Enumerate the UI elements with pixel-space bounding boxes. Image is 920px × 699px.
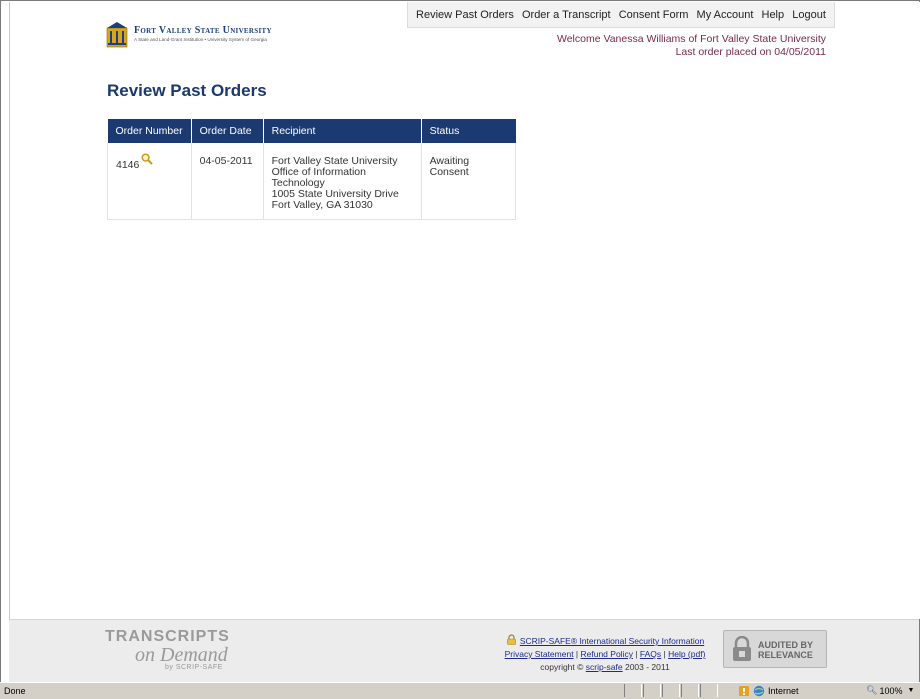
status-panel (700, 684, 718, 697)
help-pdf-link[interactable]: Help (pdf) (668, 649, 705, 659)
globe-icon (753, 685, 765, 697)
copyright-prefix: copyright © (540, 662, 586, 672)
column-header-order-date: Order Date (191, 119, 264, 143)
security-line: SCRIP-SAFE® International Security Infor… (489, 634, 721, 648)
audit-line: AUDITED BY (758, 640, 814, 650)
refund-policy-link[interactable]: Refund Policy (581, 649, 633, 659)
brand-line-3: by SCRIP-SAFE (165, 664, 223, 671)
security-zone[interactable]: Internet (738, 685, 799, 697)
nav-help[interactable]: Help (762, 9, 785, 21)
zoom-control[interactable]: 🔍︎ 100% ▼ (866, 685, 914, 696)
chevron-down-icon: ▼ (907, 687, 915, 694)
page-title: Review Past Orders (107, 81, 267, 100)
recipient-line: Office of Information Technology (271, 166, 366, 189)
column-header-status: Status (421, 119, 516, 143)
faqs-link[interactable]: FAQs (640, 649, 661, 659)
status-text: Done (4, 686, 26, 696)
status-panel (643, 684, 661, 697)
top-navigation: Review Past Orders Order a Transcript Co… (407, 2, 835, 28)
university-seal-icon (106, 22, 128, 48)
welcome-message: Welcome Vanessa Williams of Fort Valley … (557, 33, 826, 58)
recipient-line: Fort Valley, GA 31030 (271, 199, 373, 211)
zoom-level: 100% (879, 685, 903, 696)
scrip-safe-link[interactable]: scrip-safe (586, 662, 623, 672)
browser-window: Fort Valley State University A State and… (0, 0, 920, 684)
welcome-line: Welcome Vanessa Williams of Fort Valley … (556, 33, 826, 45)
order-number-cell: 4146 (107, 143, 192, 220)
copyright-line: copyright © scrip-safe 2003 - 2011 (489, 661, 721, 674)
nav-consent-form[interactable]: Consent Form (619, 9, 689, 21)
nav-review-past-orders[interactable]: Review Past Orders (416, 9, 514, 21)
padlock-icon (733, 636, 751, 661)
status-panel (624, 684, 642, 697)
university-name: Fort Valley State University (134, 25, 272, 36)
privacy-statement-link[interactable]: Privacy Statement (505, 649, 574, 659)
copyright-years: 2003 - 2011 (622, 662, 670, 672)
zoom-icon: 🔍︎ (866, 685, 878, 695)
university-logo[interactable]: Fort Valley State University A State and… (106, 22, 281, 56)
page-content: Fort Valley State University A State and… (9, 2, 920, 619)
page-footer: TRANSCRIPTS on Demand by SCRIP-SAFE SCRI… (9, 619, 919, 684)
status-panel (681, 684, 699, 697)
last-order-line: Last order placed on 04/05/2011 (675, 45, 826, 58)
policy-line: Privacy Statement | Refund Policy | FAQs… (504, 649, 706, 659)
lock-icon (507, 634, 516, 645)
table-row: 4146 04-05-2011 Fort Valley State Univer… (107, 143, 517, 220)
audit-text: AUDITED BY RELEVANCE (758, 640, 813, 660)
university-tagline: A State and Land-Grant Institution • Uni… (134, 37, 267, 42)
table-header-row: Order Number Order Date Recipient Status (107, 119, 516, 143)
column-header-recipient: Recipient (263, 119, 422, 143)
warning-shield-icon (739, 686, 749, 696)
browser-status-bar: Done Internet 🔍︎ 100% ▼ (0, 682, 920, 699)
nav-order-transcript[interactable]: Order a Transcript (522, 9, 611, 21)
audited-by-relevance-badge[interactable]: AUDITED BY RELEVANCE (723, 630, 827, 668)
status-cell: Awaiting Consent (420, 143, 517, 220)
transcripts-on-demand-logo: TRANSCRIPTS on Demand by SCRIP-SAFE (105, 626, 265, 676)
column-header-order-number: Order Number (107, 119, 192, 143)
status-panel (662, 684, 680, 697)
order-date-cell: 04-05-2011 (190, 143, 264, 220)
footer-links: SCRIP-SAFE® International Security Infor… (489, 634, 721, 674)
security-info-link[interactable]: SCRIP-SAFE® International Security Infor… (520, 636, 704, 646)
orders-table: Order Number Order Date Recipient Status… (107, 119, 517, 220)
audit-line: RELEVANCE (758, 650, 813, 660)
magnifier-icon[interactable] (141, 153, 154, 165)
nav-my-account[interactable]: My Account (697, 9, 754, 21)
nav-logout[interactable]: Logout (792, 9, 826, 21)
recipient-cell: Fort Valley State University Office of I… (262, 143, 422, 220)
order-number: 4146 (116, 159, 140, 171)
zone-label: Internet (768, 686, 799, 696)
